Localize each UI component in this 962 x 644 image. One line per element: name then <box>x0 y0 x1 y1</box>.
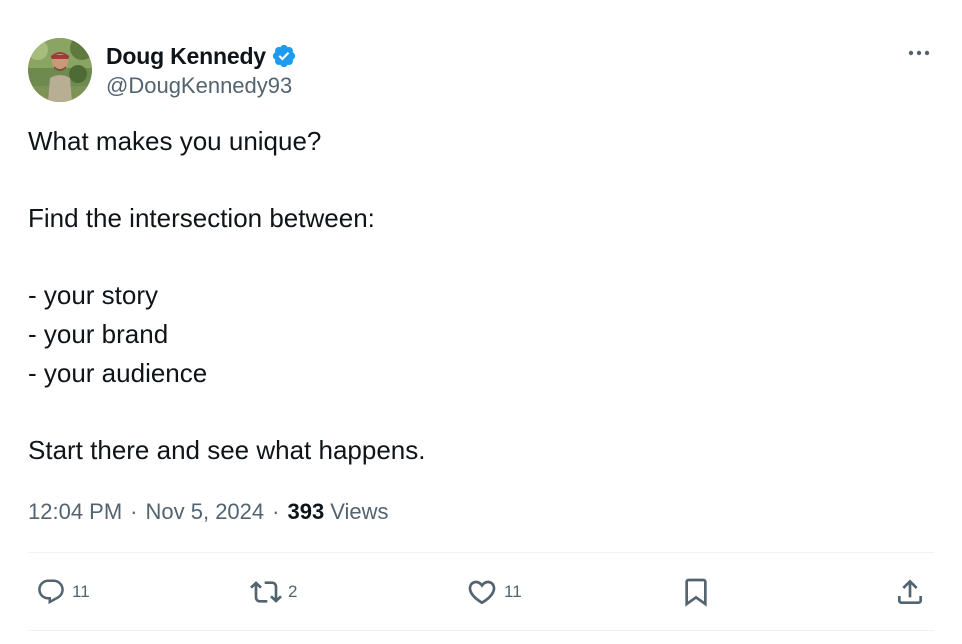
avatar[interactable] <box>28 38 92 102</box>
repost-button[interactable]: 2 <box>250 572 297 612</box>
share-button[interactable] <box>894 572 926 612</box>
more-horizontal-icon <box>908 50 930 56</box>
reply-count: 11 <box>72 582 90 601</box>
share-icon <box>898 579 922 604</box>
heart-icon <box>468 580 496 605</box>
like-count: 11 <box>504 582 522 601</box>
tweet-card: Doug Kennedy @DougKennedy93 What makes y… <box>0 0 962 644</box>
name-row: Doug Kennedy <box>106 41 297 71</box>
reply-button[interactable]: 11 <box>36 572 90 612</box>
repost-count: 2 <box>288 582 298 601</box>
views-label[interactable]: Views <box>330 499 388 525</box>
action-bar: 11 2 11 <box>28 572 934 612</box>
tweet-meta: 12:04 PM · Nov 5, 2024 · 393 Views <box>28 496 388 528</box>
repost-icon <box>250 581 282 603</box>
author-names: Doug Kennedy @DougKennedy93 <box>106 41 297 99</box>
tweet-header: Doug Kennedy @DougKennedy93 <box>28 38 297 102</box>
author-handle[interactable]: @DougKennedy93 <box>106 73 297 99</box>
bookmark-button[interactable] <box>680 572 712 612</box>
more-options-button[interactable] <box>906 40 932 66</box>
reply-icon <box>38 579 64 605</box>
author-display-name[interactable]: Doug Kennedy <box>106 43 266 70</box>
bookmark-icon <box>685 578 707 607</box>
tweet-time[interactable]: 12:04 PM <box>28 499 122 525</box>
divider <box>28 630 934 631</box>
verified-badge-icon[interactable] <box>271 43 297 69</box>
tweet-text: What makes you unique? Find the intersec… <box>28 126 426 465</box>
meta-separator: · <box>130 499 138 524</box>
meta-separator: · <box>272 499 280 524</box>
avatar-photo <box>28 38 92 102</box>
divider <box>28 552 934 553</box>
views-count[interactable]: 393 <box>287 499 324 525</box>
tweet-date[interactable]: Nov 5, 2024 <box>146 499 265 525</box>
like-button[interactable]: 11 <box>466 572 522 612</box>
